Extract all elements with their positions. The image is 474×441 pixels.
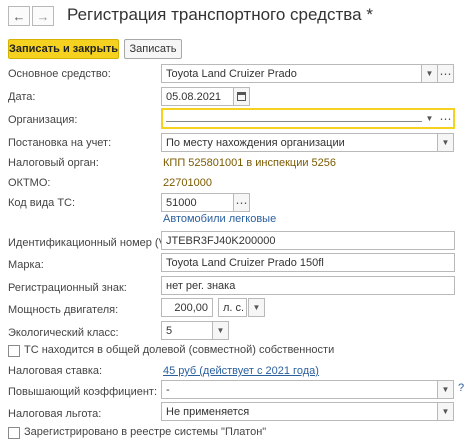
platon-checkbox[interactable] bbox=[8, 427, 20, 439]
vehicle-code-open-button[interactable]: ⋯ bbox=[233, 193, 250, 212]
asset-open-button[interactable]: ⋯ bbox=[437, 64, 454, 83]
asset-label: Основное средство: bbox=[8, 68, 111, 80]
eco-class-dropdown-button[interactable]: ▼ bbox=[212, 321, 229, 340]
open-form-icon: ⋯ bbox=[439, 66, 452, 81]
tax-authority-label: Налоговый орган: bbox=[8, 157, 99, 169]
asset-field[interactable]: Toyota Land Cruizer Prado bbox=[161, 64, 422, 83]
organization-open-button[interactable]: ⋯ bbox=[437, 110, 454, 127]
asset-dropdown-button[interactable]: ▼ bbox=[421, 64, 438, 83]
brand-label: Марка: bbox=[8, 259, 44, 271]
tax-authority-value: КПП 525801001 в инспекции 5256 bbox=[163, 157, 337, 169]
save-and-close-button[interactable]: Записать и закрыть bbox=[8, 39, 119, 59]
vehicle-code-hint-link[interactable]: Автомобили легковые bbox=[163, 213, 276, 225]
date-label: Дата: bbox=[8, 91, 36, 103]
platon-label: Зарегистрировано в реестре системы "Плат… bbox=[24, 426, 267, 438]
benefit-label: Налоговая льгота: bbox=[8, 408, 102, 420]
registration-label: Постановка на учет: bbox=[8, 137, 112, 149]
oktmo-label: ОКТМО: bbox=[8, 177, 51, 189]
registration-dropdown-button[interactable]: ▼ bbox=[437, 133, 454, 152]
benefit-dropdown-button[interactable]: ▼ bbox=[437, 402, 454, 421]
chevron-down-icon: ▼ bbox=[441, 138, 450, 147]
reg-plate-label: Регистрационный знак: bbox=[8, 282, 127, 294]
vin-label: Идентификационный номер (VIN): bbox=[8, 237, 184, 249]
help-icon[interactable]: ? bbox=[458, 382, 464, 394]
coef-dropdown-button[interactable]: ▼ bbox=[437, 380, 454, 399]
chevron-down-icon: ▼ bbox=[441, 407, 450, 416]
registration-select[interactable]: По месту нахождения организации bbox=[161, 133, 438, 152]
forward-arrow-icon: → bbox=[36, 8, 50, 24]
power-label: Мощность двигателя: bbox=[8, 304, 119, 316]
benefit-select[interactable]: Не применяется bbox=[161, 402, 438, 421]
oktmo-value: 22701000 bbox=[163, 177, 212, 189]
tax-rate-label: Налоговая ставка: bbox=[8, 365, 103, 377]
calendar-button[interactable] bbox=[233, 87, 250, 106]
shared-ownership-label: ТС находится в общей долевой (совместной… bbox=[24, 344, 335, 356]
forward-button[interactable]: → bbox=[32, 6, 54, 26]
save-button[interactable]: Записать bbox=[124, 39, 182, 59]
coef-label: Повышающий коэффициент: bbox=[8, 386, 158, 398]
chevron-down-icon: ▼ bbox=[425, 69, 434, 78]
open-form-icon: ⋯ bbox=[235, 195, 248, 210]
vehicle-code-label: Код вида ТС: bbox=[8, 197, 76, 209]
organization-underline bbox=[166, 121, 422, 122]
organization-label: Организация: bbox=[8, 114, 78, 126]
back-button[interactable]: ← bbox=[8, 6, 30, 26]
power-unit-dropdown-button[interactable]: ▼ bbox=[248, 298, 265, 317]
vehicle-code-field[interactable]: 51000 bbox=[161, 193, 234, 212]
chevron-down-icon: ▼ bbox=[252, 303, 261, 312]
page-title: Регистрация транспортного средства * bbox=[67, 5, 373, 24]
shared-ownership-checkbox[interactable] bbox=[8, 345, 20, 357]
power-unit-select[interactable]: л. с. bbox=[218, 298, 247, 317]
chevron-down-icon: ▼ bbox=[216, 326, 225, 335]
organization-dropdown-button[interactable]: ▼ bbox=[421, 110, 438, 127]
chevron-down-icon: ▼ bbox=[425, 114, 434, 123]
eco-class-label: Экологический класс: bbox=[8, 327, 119, 339]
date-field[interactable]: 05.08.2021 bbox=[161, 87, 234, 106]
calendar-icon bbox=[237, 92, 246, 101]
chevron-down-icon: ▼ bbox=[441, 385, 450, 394]
reg-plate-field[interactable]: нет рег. знака bbox=[161, 276, 455, 295]
open-form-icon: ⋯ bbox=[439, 111, 452, 126]
tax-rate-link[interactable]: 45 руб (действует с 2021 года) bbox=[163, 365, 319, 377]
back-arrow-icon: ← bbox=[12, 8, 26, 24]
power-field[interactable]: 200,00 bbox=[161, 298, 213, 317]
brand-field[interactable]: Toyota Land Cruizer Prado 150fl bbox=[161, 253, 455, 272]
coef-select[interactable]: - bbox=[161, 380, 438, 399]
eco-class-field[interactable]: 5 bbox=[161, 321, 213, 340]
organization-field[interactable] bbox=[161, 108, 455, 129]
vin-field[interactable]: JTEBR3FJ40K200000 bbox=[161, 231, 455, 250]
